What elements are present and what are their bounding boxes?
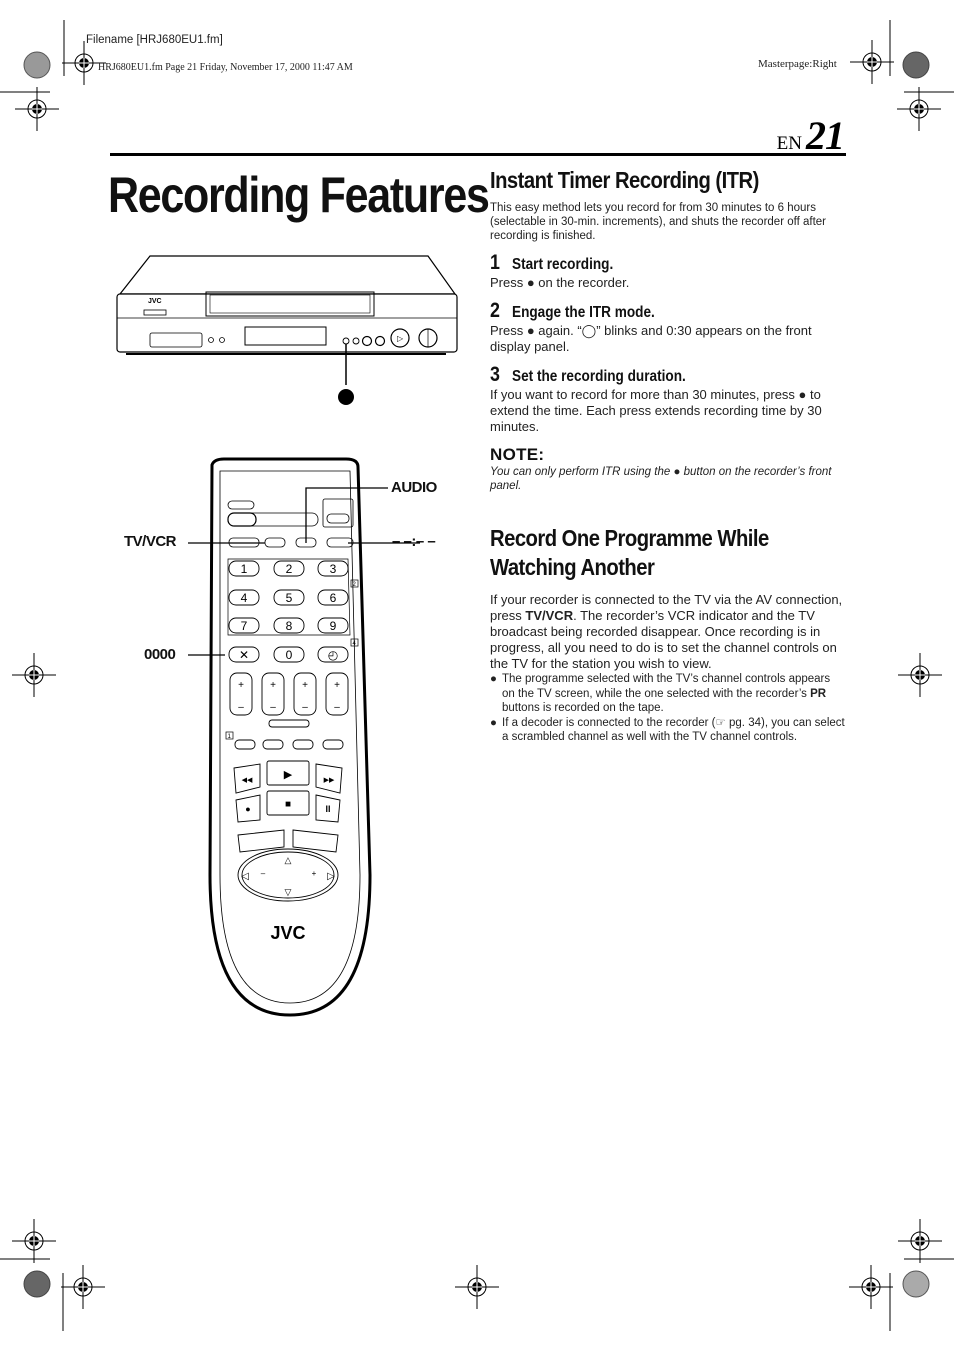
step-body: Press ● again. “◯” blinks and 0:30 appea… — [490, 323, 812, 354]
step-2: 2 Engage the ITR mode. Press ● again. “◯”… — [490, 299, 846, 355]
step-title: Set the recording duration. — [512, 368, 686, 385]
rewind-icon: ◀◀ — [242, 777, 253, 784]
step-3: 3 Set the recording duration. If you want… — [490, 363, 846, 435]
crop-mark — [897, 652, 943, 698]
page-title: Recording Features — [108, 167, 490, 223]
masterpage-label: Masterpage:Right — [758, 58, 837, 70]
svg-text:–: – — [302, 702, 308, 713]
pr-term: PR — [810, 687, 827, 700]
record-one-heading-line1: Record One Programme While — [490, 525, 769, 551]
record-one-heading-line2: Watching Another — [490, 554, 655, 580]
page-number: EN 21 — [776, 112, 845, 159]
fast-forward-icon: ▶▶ — [324, 777, 335, 784]
play-icon: ▶ — [284, 769, 293, 781]
step-title: Start recording. — [512, 256, 614, 273]
print-stamp: HRJ680EU1.fm Page 21 Friday, November 17… — [98, 62, 353, 73]
itr-intro: This easy method lets you record for fro… — [490, 202, 827, 242]
svg-text:▷: ▷ — [397, 334, 404, 343]
vcr-illustration: JVC ▷ — [116, 255, 458, 405]
step-number: 3 — [490, 363, 500, 386]
print-filename: Filename [HRJ680EU1.fm] — [86, 34, 223, 46]
color-target — [902, 51, 930, 79]
svg-text:–: – — [270, 702, 276, 713]
vcr-brand: JVC — [148, 298, 162, 305]
color-target — [23, 51, 51, 79]
note-heading: NOTE: — [490, 445, 545, 464]
language-code: EN — [776, 133, 802, 154]
crop-mark — [454, 1264, 500, 1310]
svg-text:+: + — [312, 869, 317, 878]
svg-text:▽: ▽ — [285, 887, 292, 897]
svg-text:+: + — [302, 680, 308, 691]
remote-brand: JVC — [270, 923, 305, 943]
bullet-text: buttons is recorded on the tape. — [502, 702, 664, 714]
color-target — [23, 1270, 51, 1298]
svg-text:+: + — [270, 680, 276, 691]
crop-mark — [11, 652, 57, 698]
svg-text:+: + — [334, 680, 340, 691]
time-display-callout: – –:– – — [392, 533, 436, 550]
record-callout-dot — [338, 389, 354, 405]
svg-text:▷: ▷ — [327, 871, 335, 882]
crop-mark — [849, 39, 895, 85]
crop-mark — [848, 1264, 894, 1310]
crop-mark — [11, 1218, 57, 1264]
svg-text:–: – — [261, 869, 266, 878]
record-one-bullets: ● The programme selected with the TV’s ch… — [490, 672, 846, 745]
pause-icon: II — [325, 804, 330, 814]
bullet-icon: ● — [490, 716, 497, 729]
step-title: Engage the ITR mode. — [512, 304, 655, 321]
audio-callout: AUDIO — [391, 479, 437, 496]
svg-text:–: – — [334, 702, 340, 713]
crop-mark — [897, 1218, 943, 1264]
record-icon: ● — [245, 804, 250, 814]
record-one-section: Record One Programme While Watching Anot… — [490, 524, 846, 745]
crop-mark — [14, 86, 60, 132]
bullet-text: The programme selected with the TV’s cha… — [502, 673, 831, 700]
step-number: 2 — [490, 299, 500, 322]
bullet-icon: ● — [490, 673, 497, 685]
crop-mark — [896, 86, 942, 132]
step-1: 1 Start recording. Press ● on the recorde… — [490, 251, 846, 291]
tv-vcr-term: TV/VCR — [525, 608, 574, 623]
crop-mark — [60, 1264, 106, 1310]
step-number: 1 — [490, 251, 500, 274]
itr-heading: Instant Timer Recording (ITR) — [490, 167, 759, 193]
svg-text:+: + — [238, 680, 244, 691]
header-rule — [110, 153, 846, 156]
bullet-text: If a decoder is connected to the recorde… — [502, 716, 845, 744]
svg-text:◁: ◁ — [241, 871, 249, 882]
step-body: Press ● on the recorder. — [490, 275, 630, 290]
counter-reset-callout: 0000 — [144, 646, 176, 663]
step-body: If you want to record for more than 30 m… — [490, 387, 822, 434]
callout-lines — [188, 487, 420, 656]
color-target — [902, 1270, 930, 1298]
itr-section: Instant Timer Recording (ITR) This easy … — [490, 166, 846, 493]
list-item: ● The programme selected with the TV’s ch… — [490, 672, 846, 716]
svg-text:–: – — [238, 702, 244, 713]
tv-vcr-callout: TV/VCR — [124, 533, 177, 550]
page-number-value: 21 — [806, 113, 845, 158]
svg-text:△: △ — [285, 855, 292, 865]
record-one-body: If your recorder is connected to the TV … — [490, 592, 846, 672]
note-body: You can only perform ITR using the ● but… — [490, 466, 832, 492]
list-item: ● If a decoder is connected to the record… — [490, 716, 846, 745]
stop-icon: ■ — [285, 799, 291, 810]
